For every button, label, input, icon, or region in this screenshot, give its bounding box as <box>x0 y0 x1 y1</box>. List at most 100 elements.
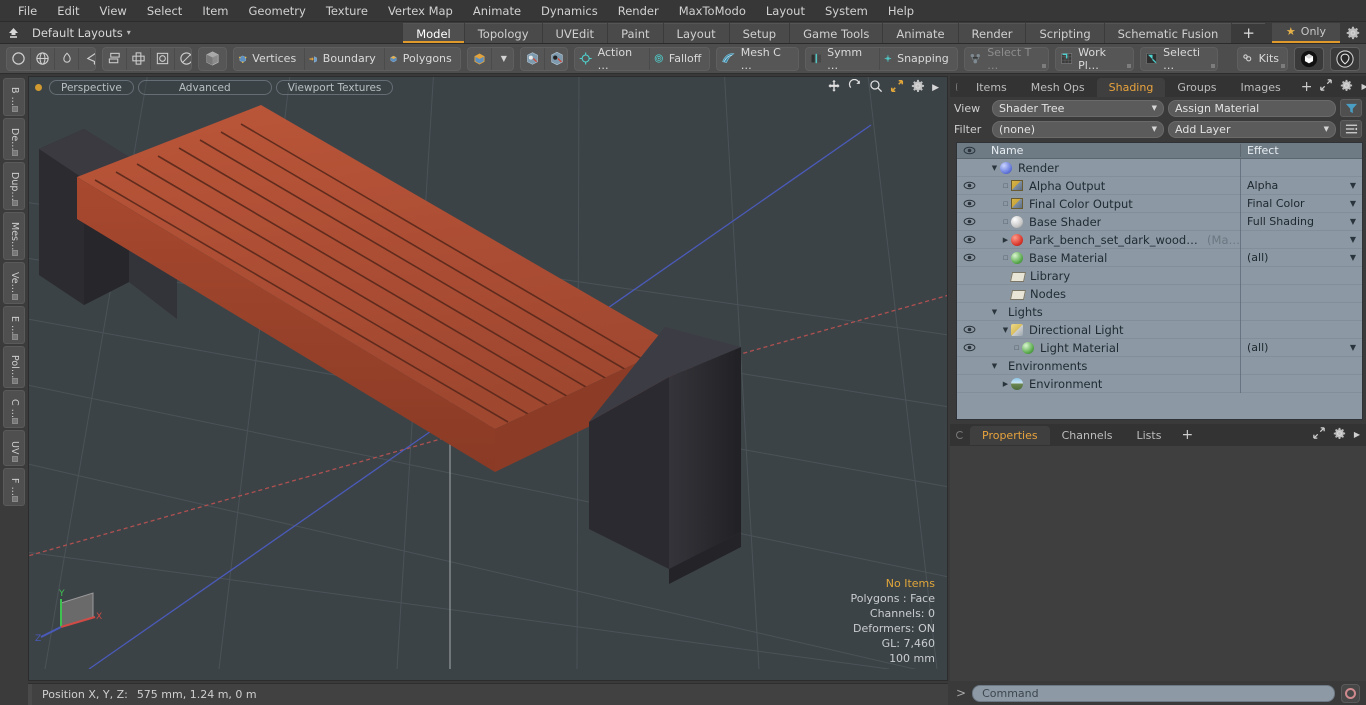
menu-item-layout[interactable]: Layout <box>756 0 815 22</box>
orange-cube-icon[interactable] <box>468 47 492 70</box>
menu-item-view[interactable]: View <box>90 0 137 22</box>
filter-dropdown[interactable]: (none) ▼ <box>992 120 1164 138</box>
sphere-slice-icon[interactable] <box>175 48 191 70</box>
grey-cube-icon[interactable] <box>197 46 227 71</box>
tab-scripting[interactable]: Scripting <box>1026 22 1104 43</box>
gear-icon[interactable] <box>1340 22 1366 44</box>
record-icon[interactable] <box>1341 683 1360 703</box>
tab-items[interactable]: Items <box>964 78 1019 97</box>
tree-row-render[interactable]: ▼ Render <box>957 159 1362 177</box>
selection-mode-boundary[interactable]: Boundary <box>305 47 385 70</box>
selection-mode-vertices[interactable]: Vertices <box>234 47 306 70</box>
add-panel-tab-button[interactable]: + <box>1293 78 1321 97</box>
add-properties-tab-button[interactable]: + <box>1173 426 1201 445</box>
expand-icon[interactable] <box>1313 427 1325 442</box>
tab-render[interactable]: Render <box>958 22 1026 43</box>
box-circle-icon[interactable] <box>151 47 175 70</box>
vtab-uv[interactable]: UV <box>3 430 25 466</box>
disclosure-triangle-icon[interactable]: ▶ <box>1000 236 1011 244</box>
tree-row-directional-light[interactable]: ▼ Directional Light <box>957 320 1362 339</box>
command-input[interactable]: Command <box>972 684 1335 702</box>
menu-item-help[interactable]: Help <box>878 0 924 22</box>
menu-item-geometry[interactable]: Geometry <box>239 0 316 22</box>
viewport-mode-perspective[interactable]: Perspective <box>49 80 134 95</box>
mesh-constraint-button[interactable]: Mesh C … <box>717 48 797 70</box>
tab-layout[interactable]: Layout <box>663 22 729 43</box>
tab-images[interactable]: Images <box>1229 78 1293 97</box>
tab-mesh-ops[interactable]: Mesh Ops <box>1019 78 1097 97</box>
layout-preset-label[interactable]: Default Layouts <box>26 26 123 40</box>
tree-row-alpha-output[interactable]: ▫ Alpha Output Alpha ▼ <box>957 176 1362 195</box>
tree-row-environments[interactable]: ▼ Environments <box>957 356 1362 375</box>
unreal-icon[interactable] <box>1330 46 1360 71</box>
chevron-down-icon[interactable]: ▼ <box>492 48 513 70</box>
gear-icon[interactable] <box>1340 79 1353 95</box>
vtab-polygon[interactable]: Pol… <box>3 346 25 388</box>
vtab-deform[interactable]: De… <box>3 118 25 160</box>
shader-tree[interactable]: Name Effect ▼ Render ▫ Alpha Output Alph… <box>956 142 1363 420</box>
unity-icon[interactable] <box>1294 46 1324 71</box>
assign-material-field[interactable]: Assign Material <box>1168 99 1336 117</box>
menu-item-item[interactable]: Item <box>192 0 238 22</box>
selection-sets-button[interactable]: Selecti … <box>1141 48 1217 70</box>
disclosure-triangle-icon[interactable]: ▶ <box>1000 380 1011 388</box>
curve-icon[interactable] <box>79 48 95 70</box>
row-visibility-toggle[interactable] <box>957 253 981 262</box>
perspective-viewport[interactable]: Y X Z Perspective Advanced Viewport Text… <box>28 76 948 681</box>
menu-item-select[interactable]: Select <box>137 0 192 22</box>
gear-icon[interactable] <box>1333 427 1346 443</box>
list-options-icon[interactable] <box>1340 120 1362 138</box>
panel-menu-icon[interactable] <box>956 430 964 439</box>
menu-item-system[interactable]: System <box>815 0 878 22</box>
tree-row-effect[interactable]: ▼ <box>1240 230 1362 249</box>
tab-setup[interactable]: Setup <box>729 22 790 43</box>
vtab-vertex[interactable]: Ve… <box>3 262 25 304</box>
viewport-shading-advanced[interactable]: Advanced <box>137 80 272 95</box>
work-plane-button[interactable]: Work Pl… <box>1056 48 1133 70</box>
tab-game-tools[interactable]: Game Tools <box>790 22 883 43</box>
disclosure-triangle-icon[interactable]: ▼ <box>989 308 1000 316</box>
tree-row-effect[interactable]: (all) ▼ <box>1240 248 1362 267</box>
select-through-button[interactable]: Select T … <box>965 48 1048 70</box>
globe-icon[interactable] <box>31 47 55 70</box>
tab-animate[interactable]: Animate <box>883 22 958 43</box>
shade-b-icon[interactable] <box>545 48 568 70</box>
view-dropdown[interactable]: Shader Tree ▼ <box>992 99 1164 117</box>
expand-icon[interactable] <box>1320 79 1333 94</box>
kits-button[interactable]: Kits <box>1238 48 1287 70</box>
tree-row-base-material[interactable]: ▫ Base Material (all) ▼ <box>957 248 1362 267</box>
tab-paint[interactable]: Paint <box>608 22 663 43</box>
vtab-fur[interactable]: F … <box>3 468 25 506</box>
selection-mode-polygons[interactable]: Polygons <box>385 48 460 70</box>
tree-row-nodes[interactable]: Nodes <box>957 284 1362 303</box>
menu-item-edit[interactable]: Edit <box>47 0 89 22</box>
viewport-textures-toggle[interactable]: Viewport Textures <box>275 80 394 95</box>
pen-icon[interactable] <box>55 47 79 70</box>
menu-item-maxtomodo[interactable]: MaxToModo <box>669 0 756 22</box>
home-up-icon[interactable] <box>0 22 26 44</box>
vtab-mesh-edit[interactable]: Mes… <box>3 212 25 260</box>
tab-groups[interactable]: Groups <box>1165 78 1228 97</box>
tree-row-light-material[interactable]: ▫ Light Material (all) ▼ <box>957 338 1362 357</box>
tree-row-final-color-output[interactable]: ▫ Final Color Output Final Color ▼ <box>957 194 1362 213</box>
chevron-down-icon[interactable]: ▾ <box>127 28 131 37</box>
vtab-edge[interactable]: E … <box>3 306 25 344</box>
row-visibility-toggle[interactable] <box>957 181 981 190</box>
pan-icon[interactable] <box>827 79 841 96</box>
rotate-icon[interactable] <box>848 78 862 96</box>
tab-shading[interactable]: Shading <box>1096 78 1166 97</box>
tab-uvedit[interactable]: UVEdit <box>542 22 608 43</box>
add-tab-button[interactable]: + <box>1232 22 1265 43</box>
menu-item-vertex-map[interactable]: Vertex Map <box>378 0 463 22</box>
menu-item-texture[interactable]: Texture <box>316 0 378 22</box>
snapping-button[interactable]: Snapping <box>880 48 957 70</box>
tree-row-effect[interactable]: Final Color ▼ <box>1240 194 1362 213</box>
cross-box-icon[interactable] <box>127 47 151 70</box>
tree-row-effect[interactable]: Alpha ▼ <box>1240 176 1362 195</box>
row-visibility-toggle[interactable] <box>957 217 981 226</box>
vtab-curve[interactable]: C … <box>3 390 25 428</box>
panel-menu-icon[interactable] <box>956 82 958 91</box>
tree-row-effect[interactable]: (all) ▼ <box>1240 338 1362 357</box>
menu-item-dynamics[interactable]: Dynamics <box>531 0 608 22</box>
tree-row-effect[interactable] <box>1240 159 1362 177</box>
